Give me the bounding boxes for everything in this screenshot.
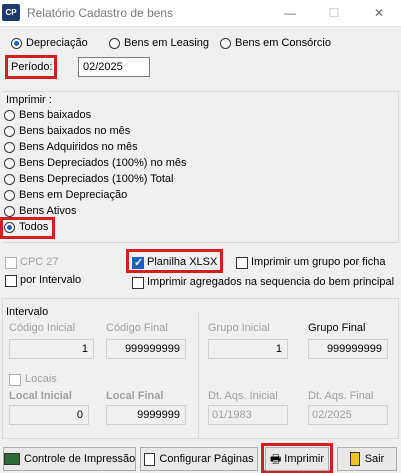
configurar-paginas-label: Configurar Páginas (159, 453, 254, 465)
radio-bens-depreciados-mes[interactable] (4, 158, 15, 169)
monitor-icon (4, 453, 20, 466)
maximize-button[interactable]: ☐ (312, 0, 356, 26)
grupo-inicial-input[interactable]: 1 (208, 339, 288, 359)
planilha-xlsx-checkbox[interactable] (132, 256, 144, 269)
local-inicial-input[interactable]: 0 (9, 405, 89, 425)
radio-bens-baixados[interactable] (4, 110, 15, 121)
radio-depreciacao-label: Depreciação (26, 37, 88, 49)
radio-bens-baixados-label: Bens baixados (19, 109, 92, 121)
close-button[interactable]: ✕ (357, 0, 401, 26)
minimize-button[interactable]: — (268, 0, 312, 26)
controle-impressao-button[interactable]: Controle de Impressão (3, 447, 136, 471)
intervalo-divider (198, 313, 199, 439)
codigo-final-label: Código Final (106, 322, 168, 334)
local-final-label: Local Final (106, 390, 164, 402)
radio-depreciacao[interactable] (11, 38, 22, 49)
imprimir-group-label: Imprimir : (6, 94, 52, 106)
radio-bens-ativos[interactable] (4, 206, 15, 217)
radio-bens-ativos-label: Bens Ativos (19, 205, 77, 217)
periodo-input[interactable]: 02/2025 (78, 57, 150, 77)
grupo-final-input[interactable]: 999999999 (308, 339, 388, 359)
imprimir-button[interactable]: 🖶 Imprimir (265, 447, 329, 471)
radio-bens-leasing-label: Bens em Leasing (124, 37, 209, 49)
radio-bens-depreciados-mes-label: Bens Depreciados (100%) no mês (19, 157, 187, 169)
radio-bens-consorcio[interactable] (220, 38, 231, 49)
grupo-ficha-checkbox[interactable] (236, 257, 248, 269)
sair-label: Sair (364, 453, 385, 465)
por-intervalo-label: por Intervalo (20, 274, 82, 286)
locais-label: Locais (25, 373, 57, 385)
planilha-xlsx-label: Planilha XLSX (147, 256, 218, 268)
locais-checkbox[interactable] (9, 374, 21, 386)
codigo-inicial-input[interactable]: 1 (9, 339, 94, 359)
codigo-inicial-label: Código Inicial (9, 322, 76, 334)
radio-todos-label: Todos (19, 221, 49, 233)
agregados-checkbox[interactable] (132, 277, 144, 289)
app-icon: CP (2, 4, 20, 21)
imprimir-label: Imprimir (284, 453, 325, 465)
grupo-ficha-label: Imprimir um grupo por ficha (251, 256, 386, 268)
radio-bens-adquiridos-mes[interactable] (4, 142, 15, 153)
radio-bens-em-depreciacao[interactable] (4, 190, 15, 201)
por-intervalo-checkbox[interactable] (5, 275, 17, 287)
radio-bens-depreciados-total-label: Bens Depreciados (100%) Total (19, 173, 174, 185)
printer-icon: 🖶 (269, 452, 282, 467)
radio-bens-depreciados-total[interactable] (4, 174, 15, 185)
dt-aqs-inicial-input[interactable]: 01/1983 (208, 405, 288, 425)
radio-bens-adquiridos-mes-label: Bens Adquiridos no mês (19, 141, 138, 153)
radio-bens-em-depreciacao-label: Bens em Depreciação (19, 189, 128, 201)
local-inicial-label: Local Inicial (9, 390, 72, 402)
radio-bens-baixados-mes[interactable] (4, 126, 15, 137)
radio-bens-consorcio-label: Bens em Consórcio (235, 37, 331, 49)
periodo-label: Período: (11, 61, 53, 73)
window-title: Relatório Cadastro de bens (27, 6, 174, 20)
radio-todos[interactable] (4, 222, 15, 233)
cpc27-label: CPC 27 (20, 256, 59, 268)
intervalo-label: Intervalo (6, 306, 49, 318)
local-final-input[interactable]: 9999999 (106, 405, 186, 425)
radio-bens-baixados-mes-label: Bens baixados no mês (19, 125, 131, 137)
dt-aqs-final-label: Dt. Aqs. Final (308, 390, 374, 402)
codigo-final-input[interactable]: 999999999 (106, 339, 186, 359)
dt-aqs-final-input[interactable]: 02/2025 (308, 405, 388, 425)
grupo-inicial-label: Grupo Inicial (208, 322, 270, 334)
page-icon (144, 452, 156, 466)
configurar-paginas-button[interactable]: Configurar Páginas (140, 447, 258, 471)
radio-bens-leasing[interactable] (109, 38, 120, 49)
agregados-label: Imprimir agregados na sequencia do bem p… (147, 276, 395, 288)
cpc27-checkbox[interactable] (5, 257, 17, 269)
controle-impressao-label: Controle de Impressão (24, 453, 136, 465)
grupo-final-label: Grupo Final (308, 322, 366, 334)
exit-door-icon (349, 452, 360, 467)
dt-aqs-inicial-label: Dt. Aqs. Inicial (208, 390, 278, 402)
sair-button[interactable]: Sair (337, 447, 397, 471)
